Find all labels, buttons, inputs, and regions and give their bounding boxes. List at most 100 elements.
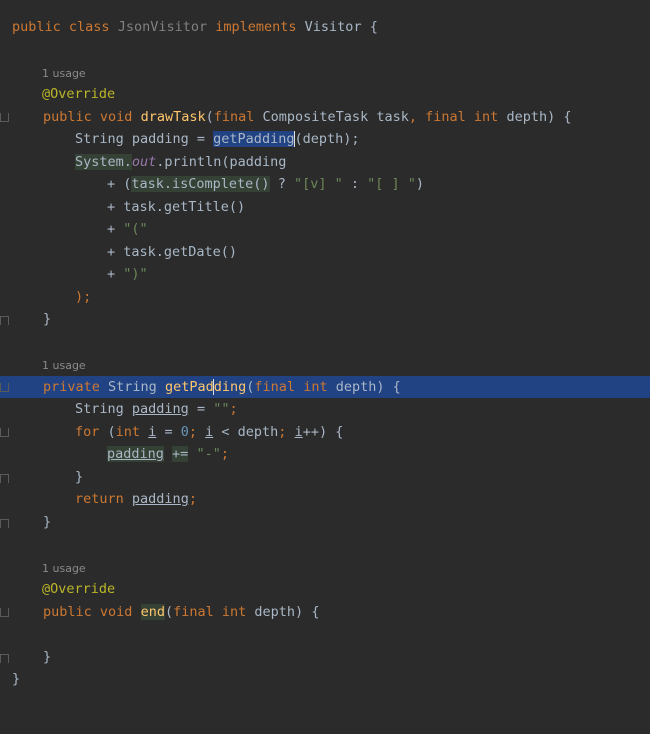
interface-name: Visitor	[304, 19, 362, 35]
usage-hint[interactable]: 1 usage	[42, 359, 86, 372]
brace: {	[369, 19, 378, 35]
keyword: int	[115, 424, 141, 440]
param: CompositeTask task	[262, 109, 409, 125]
code-line[interactable]: String padding = "";	[0, 398, 650, 420]
code-line[interactable]: }	[0, 308, 650, 330]
code-line[interactable]: @Override	[0, 83, 650, 105]
code-line[interactable]: @Override	[0, 578, 650, 600]
keyword: implements	[215, 19, 297, 35]
brace: }	[43, 311, 52, 327]
code-text: (	[99, 424, 116, 440]
code-line[interactable]: );	[0, 286, 650, 308]
method-name: end	[140, 604, 165, 620]
code-line[interactable]: }	[0, 511, 650, 533]
keyword: int	[221, 604, 247, 620]
code-line[interactable]: public void drawTask(final CompositeTask…	[0, 106, 650, 128]
code-line[interactable]: + task.getDate()	[0, 241, 650, 263]
brace: }	[43, 514, 52, 530]
code-text: + task.getTitle()	[107, 199, 246, 215]
code-text: ?	[269, 176, 294, 192]
fold-icon[interactable]	[0, 608, 9, 617]
method-name: drawTask	[140, 109, 206, 125]
code-line[interactable]: + task.getTitle()	[0, 196, 650, 218]
type-name: String	[108, 379, 157, 395]
keyword: class	[68, 19, 110, 35]
code-text: ;	[278, 424, 295, 440]
code-line[interactable]: return padding;	[0, 488, 650, 510]
operator: +=	[172, 446, 189, 462]
code-text: < depth	[213, 424, 279, 440]
selected-call: getPadding	[213, 131, 295, 147]
keyword: private	[43, 379, 100, 395]
code-line[interactable]: }	[0, 466, 650, 488]
comma: ,	[408, 109, 417, 125]
code-text: ;	[188, 424, 206, 440]
keyword: final	[213, 109, 255, 125]
usage-hint[interactable]: 1 usage	[42, 67, 86, 80]
keyword: int	[473, 109, 499, 125]
fold-icon[interactable]	[0, 383, 9, 392]
code-text: String	[75, 401, 132, 417]
variable: padding	[131, 491, 189, 507]
string-literal: ""	[213, 401, 230, 417]
paren: (	[205, 109, 214, 125]
code-line[interactable]: + ")"	[0, 263, 650, 285]
fold-icon[interactable]	[0, 113, 9, 122]
usage-hint-line[interactable]: 1 usage	[0, 557, 650, 579]
param: depth) {	[335, 379, 401, 395]
code-line[interactable]: padding += "-";	[0, 443, 650, 465]
code-text: (depth);	[294, 131, 360, 147]
code-text: +	[107, 221, 124, 237]
param: depth) {	[254, 604, 320, 620]
code-text: String padding =	[75, 131, 214, 147]
string-literal: "[v] "	[293, 176, 343, 192]
code-line[interactable]: System.out.println(padding	[0, 151, 650, 173]
code-line[interactable]: public class JsonVisitor implements Visi…	[0, 16, 650, 38]
keyword: void	[99, 604, 133, 620]
class-name: JsonVisitor	[117, 19, 208, 35]
keyword: public	[43, 109, 92, 125]
method-name: getPad	[164, 379, 214, 395]
code-line[interactable]: public void end(final int depth) {	[0, 601, 650, 623]
code-text: .println(padding	[156, 154, 287, 170]
code-line-current[interactable]: private String getPadding(final int dept…	[0, 376, 650, 398]
number-literal: 0	[180, 424, 189, 440]
keyword: final	[173, 604, 214, 620]
code-line[interactable]: + "("	[0, 218, 650, 240]
keyword: for	[75, 424, 100, 440]
usage-hint[interactable]: 1 usage	[42, 562, 86, 575]
annotation: @Override	[42, 581, 116, 597]
method-name: ding	[213, 379, 247, 395]
keyword: int	[303, 379, 328, 395]
string-literal: "-"	[196, 446, 221, 462]
annotation: @Override	[42, 86, 116, 102]
keyword: void	[99, 109, 133, 125]
usage-hint-line[interactable]: 1 usage	[0, 354, 650, 376]
param: depth) {	[506, 109, 572, 125]
fold-icon[interactable]	[0, 654, 9, 663]
keyword: final	[254, 379, 296, 395]
fold-icon[interactable]	[0, 316, 9, 325]
code-line[interactable]: + (task.isComplete() ? "[v] " : "[ ] ")	[0, 173, 650, 195]
fold-icon[interactable]	[0, 474, 9, 483]
usage-hint-line[interactable]: 1 usage	[0, 62, 650, 84]
code-text: ++) {	[302, 424, 344, 440]
static-field: out	[131, 154, 157, 170]
code-text: +	[107, 266, 124, 282]
code-line[interactable]: }	[0, 646, 650, 668]
paren: (	[164, 604, 174, 620]
brace: }	[75, 469, 84, 485]
code-line[interactable]: String padding = getPadding(depth);	[0, 128, 650, 150]
code-line[interactable]: for (int i = 0; i < depth; i++) {	[0, 421, 650, 443]
brace: }	[12, 671, 21, 687]
code-text: System.	[75, 154, 132, 170]
code-editor[interactable]: public class JsonVisitor implements Visi…	[0, 0, 650, 720]
fold-icon[interactable]	[0, 428, 9, 437]
variable: padding	[107, 446, 164, 462]
code-text: ;	[188, 491, 197, 507]
code-text: =	[188, 401, 214, 417]
code-text: ;	[220, 446, 229, 462]
code-line[interactable]: }	[0, 668, 650, 690]
keyword: public	[12, 19, 61, 35]
fold-icon[interactable]	[0, 519, 9, 528]
